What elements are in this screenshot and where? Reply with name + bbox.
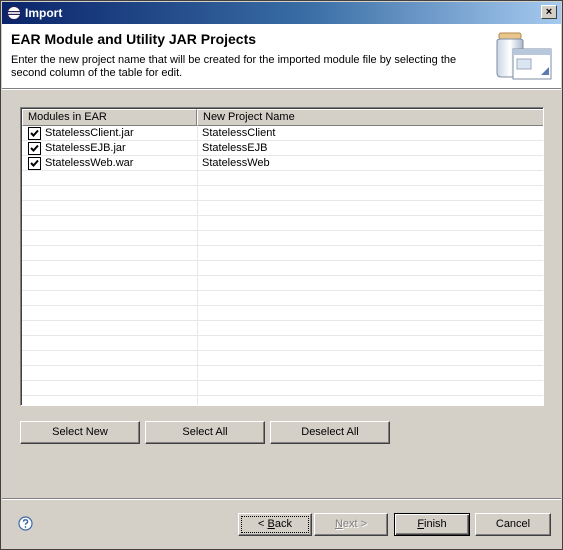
module-name: StatelessClient.jar <box>45 127 134 139</box>
empty-row <box>22 366 543 381</box>
empty-row <box>22 261 543 276</box>
empty-row <box>22 336 543 351</box>
checkmark-icon <box>30 129 39 137</box>
empty-row <box>22 306 543 321</box>
table-body: StatelessClient.jar StatelessClient Stat… <box>22 126 543 396</box>
close-icon: × <box>545 6 553 18</box>
next-button-mnemonic: N <box>334 518 343 530</box>
eclipse-icon <box>7 6 21 20</box>
title-bar[interactable]: Import × <box>2 2 561 24</box>
modules-table[interactable]: Modules in EAR New Project Name Stateles… <box>20 107 544 406</box>
project-name-cell[interactable]: StatelessWeb <box>202 156 542 171</box>
help-icon[interactable] <box>18 516 33 531</box>
table-row[interactable]: StatelessWeb.war StatelessWeb <box>22 156 543 171</box>
table-header: Modules in EAR New Project Name <box>22 109 543 126</box>
footer-separator <box>2 498 561 500</box>
close-button[interactable]: × <box>541 5 557 19</box>
empty-row <box>22 291 543 306</box>
back-button[interactable]: < Back <box>238 513 312 536</box>
empty-row <box>22 171 543 186</box>
row-checkbox[interactable] <box>28 127 41 140</box>
finish-button-label: inish <box>424 518 447 530</box>
empty-row <box>22 186 543 201</box>
module-name: StatelessEJB.jar <box>45 142 126 154</box>
table-row[interactable]: StatelessClient.jar StatelessClient <box>22 126 543 141</box>
next-button[interactable]: Next > <box>314 513 388 536</box>
page-title: EAR Module and Utility JAR Projects <box>11 31 257 47</box>
back-button-label: ack <box>274 518 292 530</box>
empty-row <box>22 246 543 261</box>
back-button-prefix: < <box>258 518 268 530</box>
checkmark-icon <box>30 159 39 167</box>
import-wizard-icon <box>496 32 552 80</box>
finish-button[interactable]: Finish <box>394 513 470 536</box>
window-title: Import <box>25 6 63 20</box>
row-checkbox[interactable] <box>28 142 41 155</box>
checkmark-icon <box>30 144 39 152</box>
wizard-header: EAR Module and Utility JAR Projects Ente… <box>2 24 561 88</box>
column-header-project-name[interactable]: New Project Name <box>197 109 543 126</box>
next-button-label: ext > <box>342 518 368 530</box>
empty-row <box>22 276 543 291</box>
project-name-cell[interactable]: StatelessClient <box>202 126 542 141</box>
module-name: StatelessWeb.war <box>45 157 134 169</box>
cancel-button[interactable]: Cancel <box>475 513 551 536</box>
empty-row <box>22 231 543 246</box>
empty-row <box>22 351 543 366</box>
empty-row <box>22 201 543 216</box>
import-dialog: Import × EAR Module and Utility JAR Proj… <box>0 0 563 550</box>
empty-row <box>22 216 543 231</box>
table-row[interactable]: StatelessEJB.jar StatelessEJB <box>22 141 543 156</box>
deselect-all-button[interactable]: Deselect All <box>270 421 390 444</box>
back-button-mnemonic: B <box>267 518 275 530</box>
project-name-cell[interactable]: StatelessEJB <box>202 141 542 156</box>
column-header-modules[interactable]: Modules in EAR <box>22 109 197 126</box>
header-separator <box>2 88 561 90</box>
page-description: Enter the new project name that will be … <box>11 54 457 79</box>
empty-row <box>22 321 543 336</box>
empty-row <box>22 381 543 396</box>
select-new-button[interactable]: Select New <box>20 421 140 444</box>
row-checkbox[interactable] <box>28 157 41 170</box>
select-all-button[interactable]: Select All <box>145 421 265 444</box>
